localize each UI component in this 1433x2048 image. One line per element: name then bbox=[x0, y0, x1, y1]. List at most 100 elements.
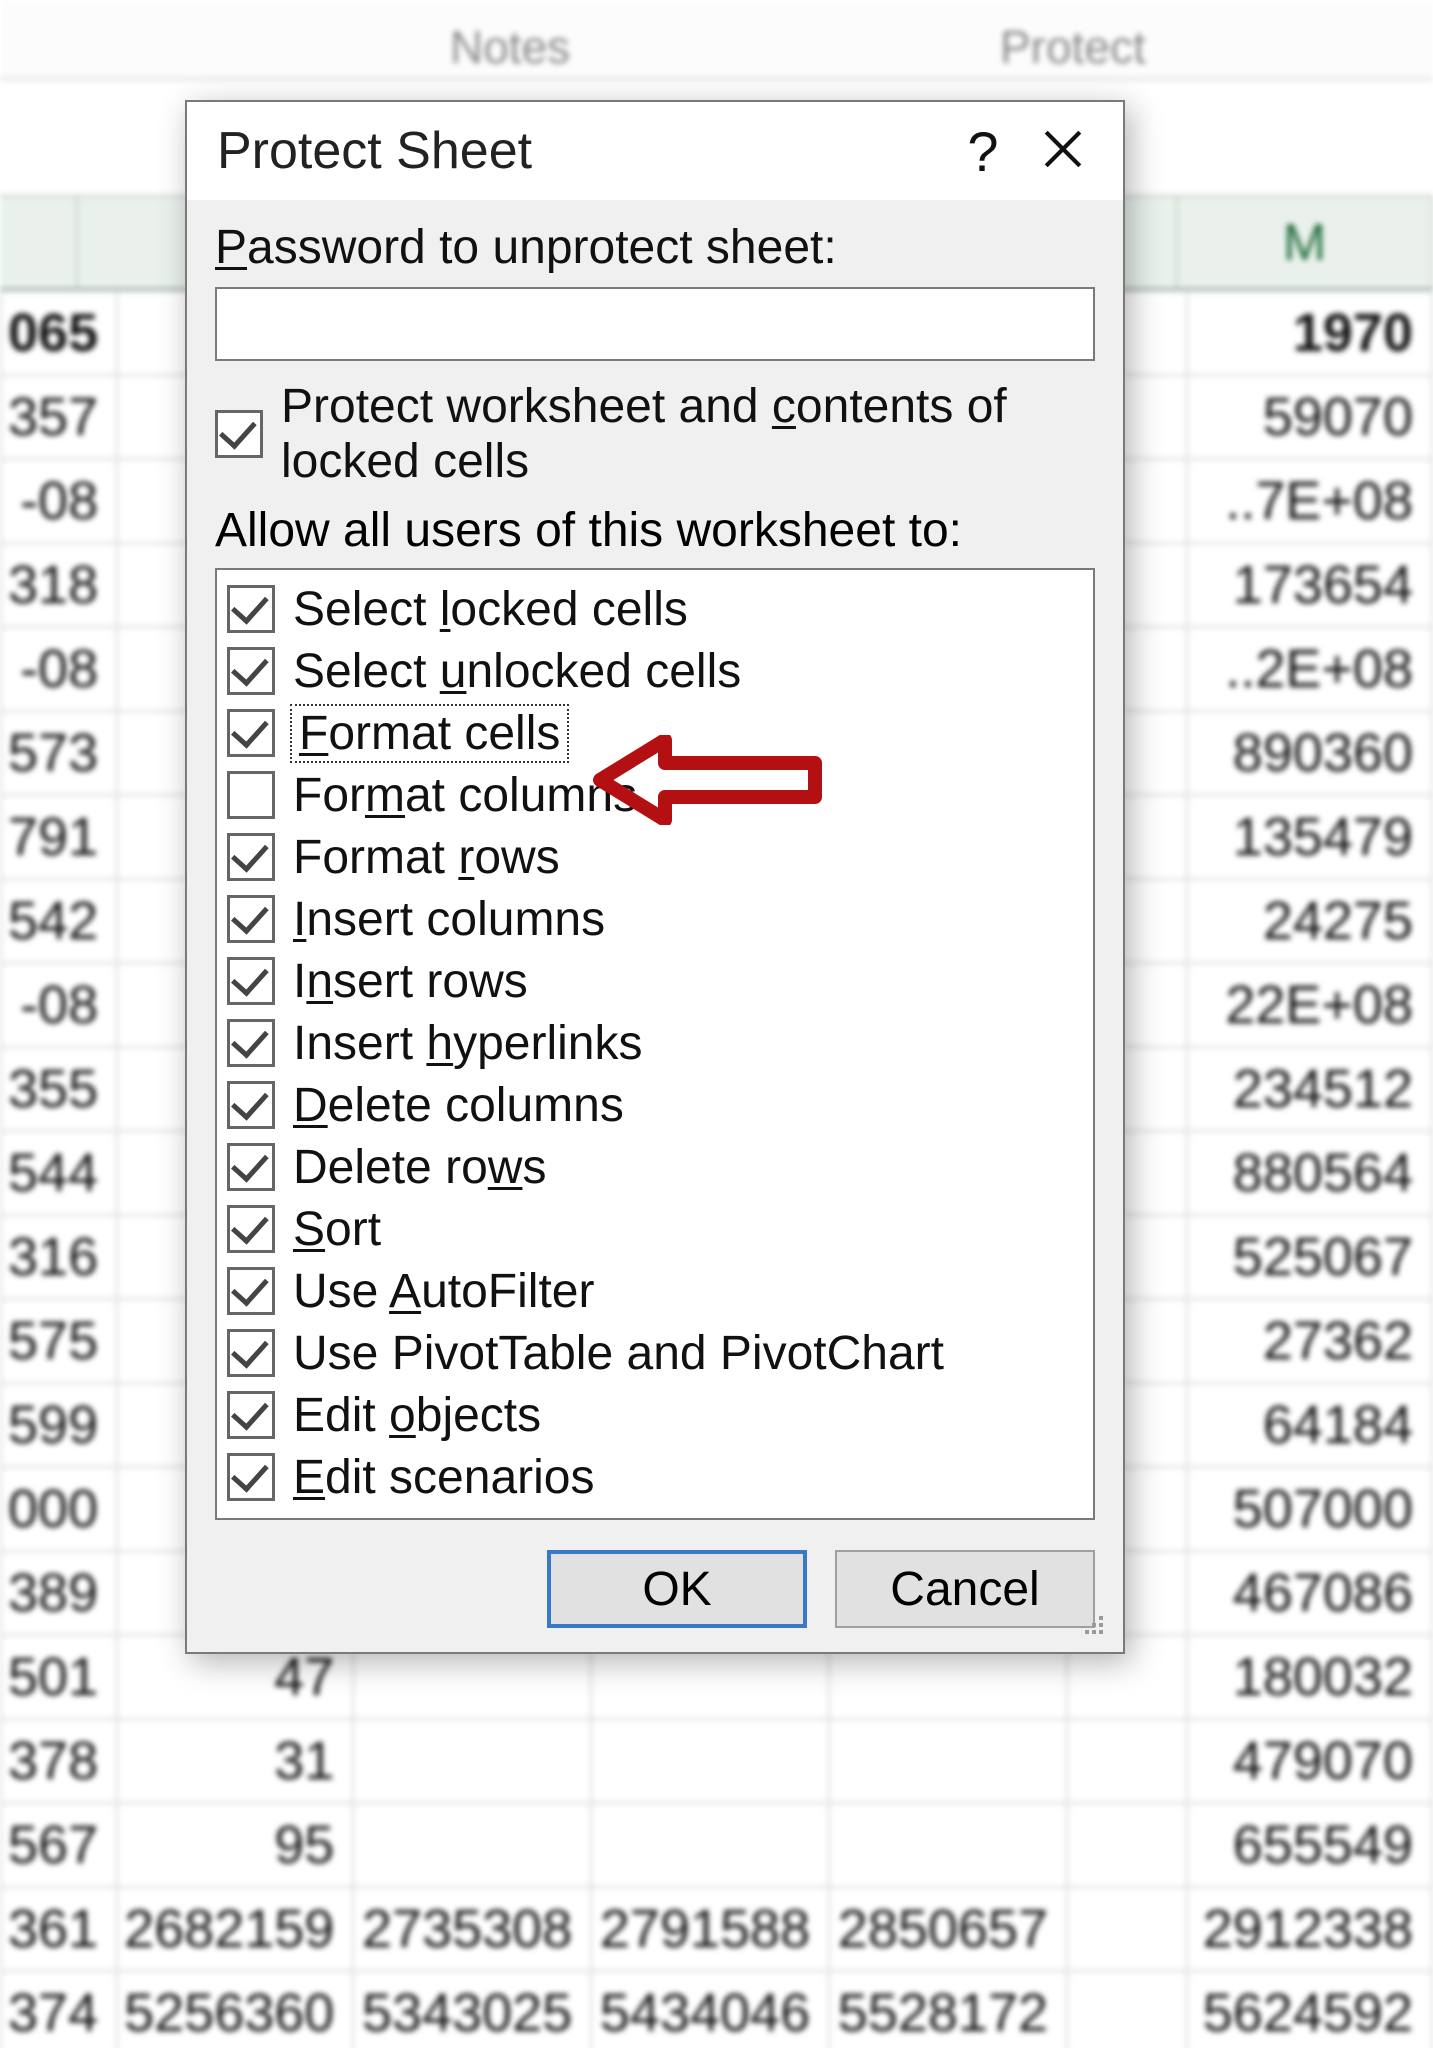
cell[interactable]: 501 bbox=[1, 1635, 117, 1719]
permission-checkbox[interactable] bbox=[227, 1453, 275, 1501]
permission-checkbox[interactable] bbox=[227, 833, 275, 881]
permission-option[interactable]: Select locked cells bbox=[227, 578, 1083, 640]
cell[interactable]: 567 bbox=[1, 1803, 117, 1887]
cell[interactable]: 173654 bbox=[1187, 543, 1432, 627]
cell[interactable]: 64184 bbox=[1187, 1383, 1432, 1467]
cell[interactable]: 135479 bbox=[1187, 795, 1432, 879]
cell[interactable]: ..7E+08 bbox=[1187, 459, 1432, 543]
permission-checkbox[interactable] bbox=[227, 1205, 275, 1253]
cell[interactable] bbox=[1067, 1719, 1187, 1803]
permission-option[interactable]: Format cells bbox=[227, 702, 1083, 764]
permission-checkbox[interactable] bbox=[227, 1019, 275, 1067]
cell[interactable] bbox=[1067, 1971, 1187, 2048]
cell[interactable] bbox=[1067, 1887, 1187, 1971]
cell[interactable]: 000 bbox=[1, 1467, 117, 1551]
permission-option[interactable]: Delete columns bbox=[227, 1074, 1083, 1136]
cell[interactable]: 5528172 bbox=[829, 1971, 1067, 2048]
cell[interactable]: 355 bbox=[1, 1047, 117, 1131]
help-icon[interactable]: ? bbox=[943, 119, 1023, 184]
cell[interactable]: 389 bbox=[1, 1551, 117, 1635]
cell[interactable]: 22E+08 bbox=[1187, 963, 1432, 1047]
cell[interactable] bbox=[591, 1803, 829, 1887]
permission-checkbox[interactable] bbox=[227, 1267, 275, 1315]
cell[interactable]: 479070 bbox=[1187, 1719, 1432, 1803]
cell[interactable]: 467086 bbox=[1187, 1551, 1432, 1635]
cell[interactable]: 573 bbox=[1, 711, 117, 795]
permission-option[interactable]: Insert hyperlinks bbox=[227, 1012, 1083, 1074]
cell[interactable]: 27362 bbox=[1187, 1299, 1432, 1383]
cell[interactable]: 880564 bbox=[1187, 1131, 1432, 1215]
permission-checkbox[interactable] bbox=[227, 585, 275, 633]
cell[interactable]: 2791588 bbox=[591, 1887, 829, 1971]
permission-checkbox[interactable] bbox=[227, 647, 275, 695]
cell[interactable]: 318 bbox=[1, 543, 117, 627]
cell[interactable]: 525067 bbox=[1187, 1215, 1432, 1299]
ok-button[interactable]: OK bbox=[547, 1550, 807, 1628]
cell[interactable]: 599 bbox=[1, 1383, 117, 1467]
protect-contents-row[interactable]: Protect worksheet and contents of locked… bbox=[215, 379, 1095, 489]
cell[interactable]: 5256360 bbox=[117, 1971, 353, 2048]
permission-checkbox[interactable] bbox=[227, 895, 275, 943]
cell[interactable]: 361 bbox=[1, 1887, 117, 1971]
cell[interactable] bbox=[1067, 1803, 1187, 1887]
permission-option[interactable]: Format columns bbox=[227, 764, 1083, 826]
cell[interactable]: 5624592 bbox=[1187, 1971, 1432, 2048]
cell[interactable]: 655549 bbox=[1187, 1803, 1432, 1887]
permission-option[interactable]: Insert rows bbox=[227, 950, 1083, 1012]
permission-option[interactable]: Format rows bbox=[227, 826, 1083, 888]
cell[interactable]: 374 bbox=[1, 1971, 117, 2048]
permission-checkbox[interactable] bbox=[227, 957, 275, 1005]
cell[interactable]: ..2E+08 bbox=[1187, 627, 1432, 711]
permissions-listbox[interactable]: Select locked cellsSelect unlocked cells… bbox=[215, 568, 1095, 1520]
cell[interactable]: 065 bbox=[1, 291, 117, 375]
cell[interactable]: 316 bbox=[1, 1215, 117, 1299]
cell[interactable]: 234512 bbox=[1187, 1047, 1432, 1131]
resize-grip-icon[interactable] bbox=[1081, 1612, 1103, 1634]
permission-option[interactable]: Insert columns bbox=[227, 888, 1083, 950]
permission-option[interactable]: Use AutoFilter bbox=[227, 1260, 1083, 1322]
cell[interactable]: 507000 bbox=[1187, 1467, 1432, 1551]
cell[interactable] bbox=[591, 1719, 829, 1803]
column-header-M[interactable]: M bbox=[1178, 197, 1433, 288]
permission-checkbox[interactable] bbox=[227, 1329, 275, 1377]
cell[interactable]: -08 bbox=[1, 459, 117, 543]
cell[interactable]: 791 bbox=[1, 795, 117, 879]
cell[interactable] bbox=[829, 1719, 1067, 1803]
cancel-button[interactable]: Cancel bbox=[835, 1550, 1095, 1628]
permission-option[interactable]: Edit scenarios bbox=[227, 1446, 1083, 1508]
cell[interactable]: 575 bbox=[1, 1299, 117, 1383]
cell[interactable]: -08 bbox=[1, 627, 117, 711]
protect-contents-checkbox[interactable] bbox=[215, 410, 263, 458]
permission-checkbox[interactable] bbox=[227, 771, 275, 819]
permission-checkbox[interactable] bbox=[227, 709, 275, 757]
cell[interactable] bbox=[829, 1803, 1067, 1887]
cell[interactable]: 2682159 bbox=[117, 1887, 353, 1971]
cell[interactable]: 5434046 bbox=[591, 1971, 829, 2048]
permission-option[interactable]: Sort bbox=[227, 1198, 1083, 1260]
cell[interactable]: 180032 bbox=[1187, 1635, 1432, 1719]
cell[interactable]: 2912338 bbox=[1187, 1887, 1432, 1971]
permission-option[interactable]: Use PivotTable and PivotChart bbox=[227, 1322, 1083, 1384]
permission-checkbox[interactable] bbox=[227, 1143, 275, 1191]
cell[interactable]: 1970 bbox=[1187, 291, 1432, 375]
cell[interactable]: 31 bbox=[117, 1719, 353, 1803]
cell[interactable]: 24275 bbox=[1187, 879, 1432, 963]
cell[interactable]: 2850657 bbox=[829, 1887, 1067, 1971]
cell[interactable]: 890360 bbox=[1187, 711, 1432, 795]
cell[interactable]: 542 bbox=[1, 879, 117, 963]
cell[interactable]: 95 bbox=[117, 1803, 353, 1887]
cell[interactable]: 357 bbox=[1, 375, 117, 459]
password-input[interactable] bbox=[215, 287, 1095, 361]
cell[interactable]: 378 bbox=[1, 1719, 117, 1803]
cell[interactable]: 544 bbox=[1, 1131, 117, 1215]
permission-option[interactable]: Delete rows bbox=[227, 1136, 1083, 1198]
cell[interactable]: 59070 bbox=[1187, 375, 1432, 459]
cell[interactable] bbox=[353, 1803, 591, 1887]
cell[interactable]: 2735308 bbox=[353, 1887, 591, 1971]
permission-checkbox[interactable] bbox=[227, 1081, 275, 1129]
cell[interactable] bbox=[353, 1719, 591, 1803]
cell[interactable]: 5343025 bbox=[353, 1971, 591, 2048]
permission-checkbox[interactable] bbox=[227, 1391, 275, 1439]
permission-option[interactable]: Select unlocked cells bbox=[227, 640, 1083, 702]
close-icon[interactable] bbox=[1023, 128, 1103, 175]
